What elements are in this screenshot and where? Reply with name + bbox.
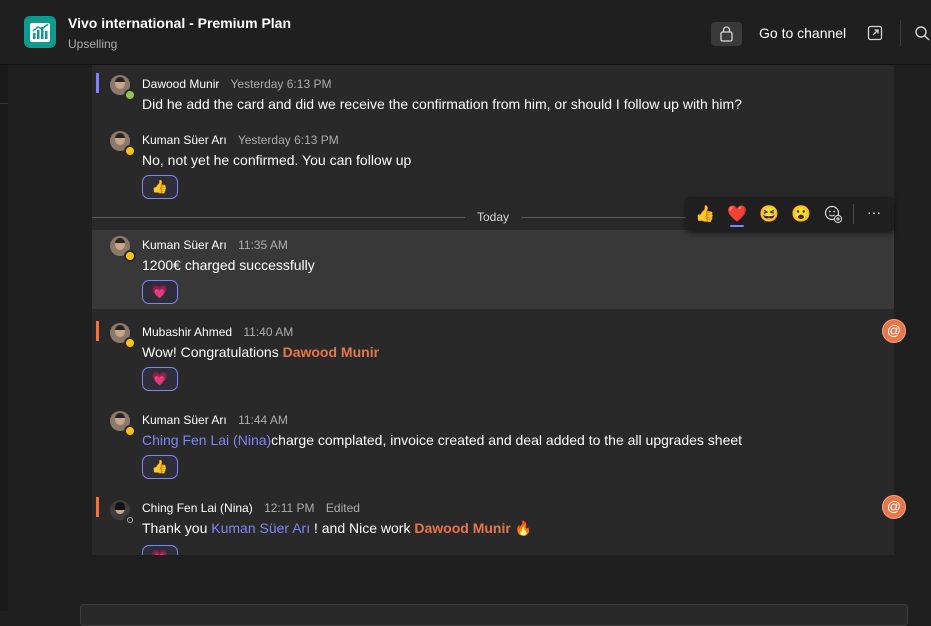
message-time: 12:11 PM [264, 501, 315, 515]
mention-badge-icon: @ [882, 319, 906, 343]
message-text-part: ! and Nice work [310, 520, 415, 536]
app-logo-icon [24, 16, 56, 48]
add-reaction-icon[interactable] [822, 204, 844, 226]
reaction-heart[interactable]: 💗 [142, 367, 178, 391]
heart-reaction-icon[interactable]: ❤️ [726, 204, 748, 226]
header-divider [900, 20, 901, 46]
message-author[interactable]: Dawood Munir [142, 77, 219, 91]
avatar[interactable] [110, 500, 136, 526]
message-text-part: Wow! Congratulations [142, 344, 283, 360]
message-time: 11:35 AM [238, 238, 288, 252]
mention-badge-icon: @ [882, 495, 906, 519]
left-panel-edge [0, 65, 8, 611]
message-text: 1200€ charged successfully [142, 257, 315, 273]
message-item[interactable]: Kuman Süer Arı Yesterday 6:13 PM No, not… [92, 125, 894, 205]
fire-emoji-icon: 🔥 [514, 520, 533, 536]
lock-icon [720, 26, 733, 42]
message-text: Ching Fen Lai (Nina)charge complated, in… [142, 432, 742, 448]
presence-away-icon [124, 250, 136, 262]
message-accent-bar [96, 73, 99, 93]
avatar[interactable] [110, 75, 136, 101]
mention-me[interactable]: Dawood Munir [414, 520, 510, 536]
date-divider-line [521, 217, 686, 218]
laugh-reaction-icon[interactable]: 😆 [758, 204, 780, 226]
message-thread[interactable]: Dawood Munir Yesterday 6:13 PM Did he ad… [92, 65, 894, 555]
mention-link[interactable]: Ching Fen Lai (Nina) [142, 432, 271, 448]
message-text: Thank you Kuman Süer Arı ! and Nice work… [142, 520, 532, 537]
message-item[interactable]: Dawood Munir Yesterday 6:13 PM Did he ad… [92, 65, 894, 121]
message-author[interactable]: Kuman Süer Arı [142, 133, 227, 147]
message-author[interactable]: Kuman Süer Arı [142, 413, 227, 427]
mention-accent-bar [96, 497, 99, 517]
thumbs-up-reaction-icon[interactable]: 👍 [694, 204, 716, 226]
surprised-reaction-icon[interactable]: 😮 [790, 204, 812, 226]
chat-subtitle[interactable]: Upselling [68, 37, 117, 51]
message-text-part: Thank you [142, 520, 212, 536]
reaction-heart[interactable]: 💗 [142, 280, 178, 304]
message-text-part: charge complated, invoice created and de… [271, 432, 743, 448]
mention-me[interactable]: Dawood Munir [283, 344, 379, 360]
message-item[interactable]: Ching Fen Lai (Nina) 12:11 PM Edited Tha… [92, 493, 894, 555]
date-divider-line [92, 217, 465, 218]
chat-title: Vivo international - Premium Plan [68, 15, 292, 31]
chat-header: Vivo international - Premium Plan Upsell… [0, 0, 931, 65]
search-button[interactable] [913, 24, 931, 42]
message-time: 11:44 AM [238, 413, 288, 427]
presence-away-icon [124, 425, 136, 437]
avatar[interactable] [110, 411, 136, 437]
edited-label: Edited [325, 501, 360, 515]
message-text: No, not yet he confirmed. You can follow… [142, 152, 412, 168]
message-text: Did he add the card and did we receive t… [142, 96, 742, 112]
selected-reaction-indicator [730, 225, 744, 227]
avatar[interactable] [110, 236, 136, 262]
mention-link[interactable]: Kuman Süer Arı [211, 520, 310, 536]
toolbar-divider [853, 204, 854, 224]
message-item[interactable]: Kuman Süer Arı 11:44 AM Ching Fen Lai (N… [92, 405, 894, 487]
reaction-toolbar: 👍 ❤️ 😆 😮 ··· [686, 197, 894, 231]
search-icon [915, 26, 930, 41]
presence-away-icon [124, 337, 136, 349]
mention-accent-bar [96, 321, 99, 341]
reaction-thumbs-up[interactable]: 👍 [142, 455, 178, 479]
message-author[interactable]: Kuman Süer Arı [142, 238, 227, 252]
reaction-thumbs-up[interactable]: 👍 [142, 175, 178, 199]
popout-button[interactable] [866, 24, 884, 42]
presence-available-icon [124, 89, 136, 101]
reaction-heart[interactable]: 💗 [142, 545, 178, 555]
more-options-button[interactable]: ··· [864, 202, 884, 224]
message-item[interactable]: Kuman Süer Arı 11:35 AM 1200€ charged su… [92, 230, 894, 309]
lock-button[interactable] [711, 22, 742, 46]
presence-away-icon [124, 145, 136, 157]
avatar[interactable] [110, 131, 136, 157]
message-time: Yesterday 6:13 PM [230, 77, 332, 91]
compose-box[interactable] [80, 604, 908, 626]
popout-icon [867, 25, 883, 41]
avatar[interactable] [110, 323, 136, 349]
message-author[interactable]: Mubashir Ahmed [142, 325, 232, 339]
message-time: Yesterday 6:13 PM [237, 133, 339, 147]
date-divider-label: Today [477, 210, 510, 224]
message-item[interactable]: Mubashir Ahmed 11:40 AM Wow! Congratulat… [92, 317, 894, 397]
message-author[interactable]: Ching Fen Lai (Nina) [142, 501, 253, 515]
go-to-channel-link[interactable]: Go to channel [759, 25, 846, 41]
message-time: 11:40 AM [243, 325, 294, 339]
left-panel-divider [0, 103, 8, 104]
presence-offline-icon [124, 514, 136, 526]
message-text: Wow! Congratulations Dawood Munir [142, 344, 379, 360]
